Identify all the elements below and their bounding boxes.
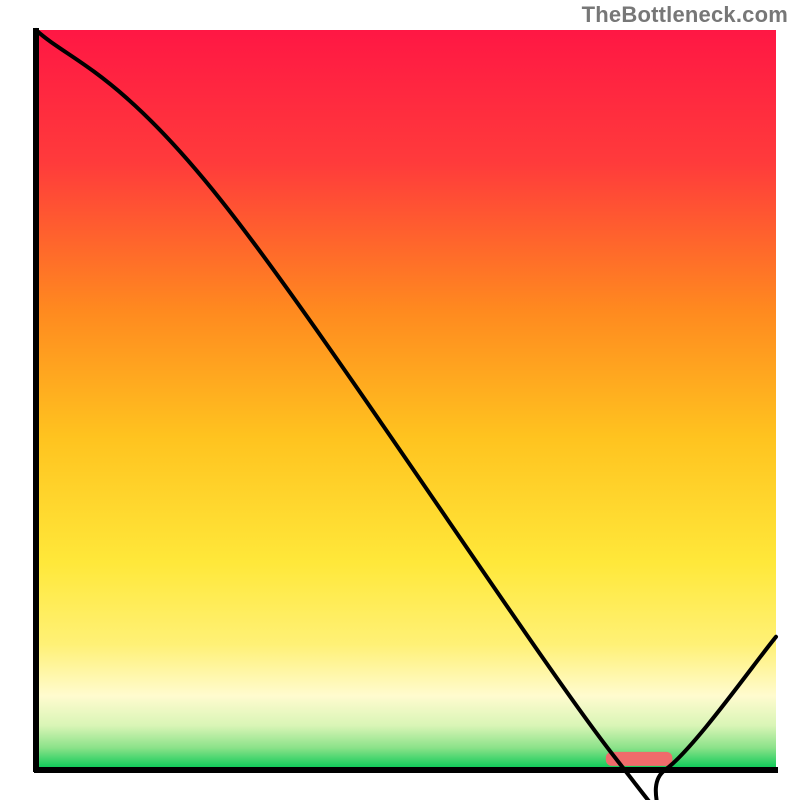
plot-background: [36, 30, 776, 770]
bottleneck-chart: [0, 0, 800, 800]
chart-container: TheBottleneck.com: [0, 0, 800, 800]
